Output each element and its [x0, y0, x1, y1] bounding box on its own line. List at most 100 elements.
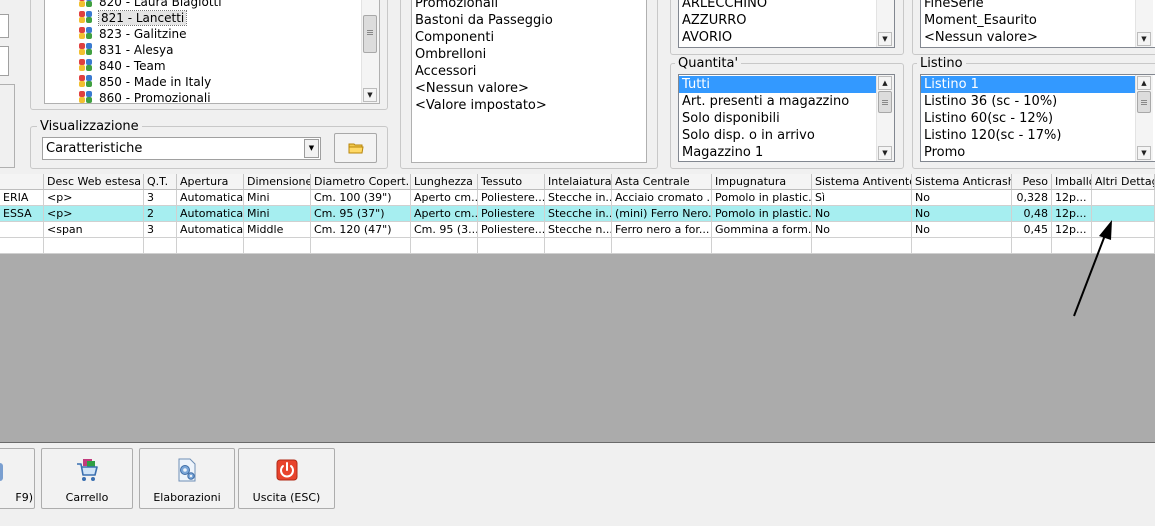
brands-scroll-thumb[interactable] — [363, 15, 377, 53]
brand-item[interactable]: 850 - Made in Italy — [79, 74, 211, 90]
brand-item[interactable]: 823 - Galitzine — [79, 26, 187, 42]
grid-cell: Automatica — [177, 206, 244, 222]
quantita-scroll-thumb[interactable] — [878, 91, 892, 113]
grid-cell: Stecche n... — [545, 222, 612, 238]
quantita-item[interactable]: Tutti — [679, 76, 876, 93]
brand-item[interactable]: 840 - Team — [79, 58, 166, 74]
listino-item[interactable]: Listino 60(sc - 12%) — [921, 110, 1137, 127]
categories-list[interactable]: Promozionali Bastoni da Passeggio Componen… — [411, 0, 647, 163]
series-item[interactable]: Moment_Esaurito — [921, 12, 1155, 29]
quantita-item[interactable]: Solo disp. o in arrivo — [679, 127, 876, 144]
listino-scroll-thumb[interactable] — [1137, 91, 1151, 113]
quantita-scroll-down-button[interactable]: ▼ — [878, 146, 892, 160]
colors-scroll-down-button[interactable]: ▼ — [878, 32, 892, 46]
products-grid[interactable]: Desc Web estesa Q.T. Apertura Dimensione Dia… — [0, 174, 1155, 255]
brands-scroll-down-button[interactable]: ▼ — [363, 88, 377, 102]
series-item[interactable]: <Nessun valore> — [921, 29, 1155, 46]
quantita-scrollbar[interactable]: ▲ ▼ — [876, 75, 894, 161]
grid-column-header[interactable]: Sistema Anticrash — [912, 174, 1012, 190]
series-scrollbar[interactable]: ▼ — [1135, 0, 1153, 47]
category-item[interactable]: Promozionali — [412, 0, 646, 12]
colors-list[interactable]: ARLECCHINO AZZURRO AVORIO ▼ — [678, 0, 895, 48]
listino-list[interactable]: Listino 1 Listino 36 (sc - 10%) Listino 60… — [920, 74, 1155, 162]
grid-header-row[interactable]: Desc Web estesa Q.T. Apertura Dimensione Dia… — [0, 174, 1155, 190]
grid-column-header[interactable]: Apertura — [177, 174, 244, 190]
category-item[interactable]: Bastoni da Passeggio — [412, 12, 646, 29]
brand-item[interactable]: 860 - Promozionali — [79, 90, 211, 103]
series-item[interactable]: FineSerie — [921, 0, 1155, 12]
grid-column-header[interactable]: Impugnatura — [712, 174, 812, 190]
category-item[interactable]: Ombrelloni — [412, 46, 646, 63]
carrello-button[interactable]: Carrello — [41, 448, 133, 509]
brand-item[interactable]: 821 - Lancetti — [79, 10, 188, 26]
grid-cell: Cm. 95 (37") — [311, 206, 411, 222]
grid-column-header[interactable] — [0, 174, 44, 190]
grid-cell: ERIA — [0, 190, 44, 206]
grid-cell: No — [912, 222, 1012, 238]
quantita-item[interactable]: Magazzino 1 — [679, 144, 876, 161]
visualizzazione-select[interactable]: Caratteristiche ▼ — [42, 137, 321, 160]
table-row-empty[interactable] — [0, 238, 1155, 254]
brand-node-icon — [79, 43, 94, 56]
chevron-down-icon[interactable]: ▼ — [304, 139, 319, 158]
color-item[interactable]: ARLECCHINO — [679, 0, 894, 12]
listino-scroll-up-button[interactable]: ▲ — [1137, 76, 1151, 90]
brand-item-label: 850 - Made in Italy — [99, 75, 212, 89]
left-partial-input-1[interactable] — [0, 14, 9, 38]
colors-scrollbar[interactable]: ▼ — [876, 0, 894, 47]
table-row[interactable]: ERIA <p> 3 Automatica Mini Cm. 100 (39") Apert… — [0, 190, 1155, 206]
table-row[interactable]: <span 3 Automatica Middle Cm. 120 (47") Cm. 9… — [0, 222, 1155, 238]
grid-column-header[interactable]: Dimensione — [244, 174, 311, 190]
grid-column-header[interactable]: Diametro Copert... — [311, 174, 411, 190]
quantita-item[interactable]: Art. presenti a magazzino — [679, 93, 876, 110]
elaborazioni-button[interactable]: Elaborazioni — [139, 448, 235, 509]
listino-item[interactable]: Listino 36 (sc - 10%) — [921, 93, 1137, 110]
partial-f9-button[interactable]: F9) — [0, 448, 35, 509]
brand-item[interactable]: 820 - Laura Biagiotti — [79, 0, 222, 10]
grid-column-header[interactable]: Imballo — [1052, 174, 1092, 190]
grid-column-header[interactable]: Tessuto — [478, 174, 545, 190]
grid-cell: 0,328 — [1012, 190, 1052, 206]
grid-cell: Automatica — [177, 222, 244, 238]
brand-node-icon — [79, 75, 94, 88]
color-item[interactable]: AZZURRO — [679, 12, 894, 29]
grid-column-header[interactable]: Peso — [1012, 174, 1052, 190]
category-item[interactable]: Accessori — [412, 63, 646, 80]
left-partial-input-2[interactable] — [0, 46, 9, 76]
grid-cell: Mini — [244, 206, 311, 222]
listino-item[interactable]: Promo — [921, 144, 1137, 161]
grid-cell: Poliestere... — [478, 190, 545, 206]
grid-column-header[interactable]: Intelaiatura — [545, 174, 612, 190]
grid-column-header[interactable]: Asta Centrale — [612, 174, 712, 190]
grid-column-header[interactable]: Sistema Antivento — [812, 174, 912, 190]
brands-tree[interactable]: 820 - Laura Biagiotti 821 - Lancetti 823 -… — [44, 0, 380, 104]
grid-cell — [1092, 206, 1155, 222]
grid-column-header[interactable]: Altri Dettagli — [1092, 174, 1155, 190]
brand-item-label: 831 - Alesya — [99, 43, 174, 57]
grid-column-header[interactable]: Q.T. — [144, 174, 177, 190]
uscita-button[interactable]: Uscita (ESC) — [238, 448, 335, 509]
series-scroll-down-button[interactable]: ▼ — [1137, 32, 1151, 46]
series-list[interactable]: FineSerie Moment_Esaurito <Nessun valore> … — [920, 0, 1155, 48]
brands-scrollbar[interactable]: ▼ — [361, 0, 379, 103]
category-item[interactable]: Componenti — [412, 29, 646, 46]
grid-cell: 2 — [144, 206, 177, 222]
quantita-item[interactable]: Solo disponibili — [679, 110, 876, 127]
listino-item[interactable]: Listino 1 — [921, 76, 1137, 93]
table-row[interactable]: ESSA <p> 2 Automatica Mini Cm. 95 (37") Aperto… — [0, 206, 1155, 222]
grid-cell: Automatica — [177, 190, 244, 206]
listino-item[interactable]: Listino 120(sc - 17%) — [921, 127, 1137, 144]
category-item[interactable]: <Nessun valore> — [412, 80, 646, 97]
listino-scroll-down-button[interactable]: ▼ — [1137, 146, 1151, 160]
grid-cell: 12p... — [1052, 206, 1092, 222]
grid-column-header[interactable]: Lunghezza — [411, 174, 478, 190]
brand-item[interactable]: 831 - Alesya — [79, 42, 174, 58]
brand-node-icon — [79, 91, 94, 103]
color-item[interactable]: AVORIO — [679, 29, 894, 46]
quantita-list[interactable]: Tutti Art. presenti a magazzino Solo dispo… — [678, 74, 895, 162]
category-item[interactable]: <Valore impostato> — [412, 97, 646, 114]
quantita-scroll-up-button[interactable]: ▲ — [878, 76, 892, 90]
folder-button[interactable] — [334, 133, 377, 163]
listino-scrollbar[interactable]: ▲ ▼ — [1135, 75, 1153, 161]
grid-column-header[interactable]: Desc Web estesa — [44, 174, 144, 190]
